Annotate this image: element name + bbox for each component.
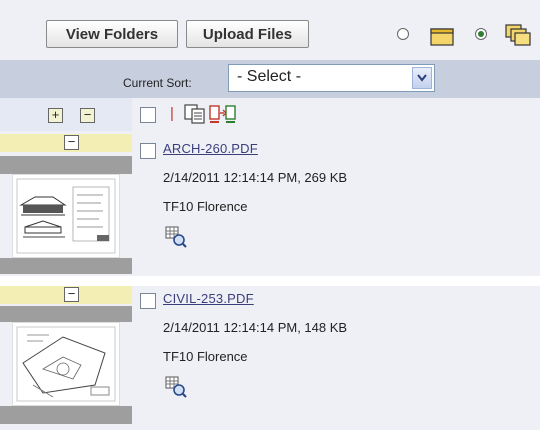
separator: |: [170, 105, 174, 122]
expand-collapse-panel: [0, 98, 132, 131]
file-checkbox[interactable]: [140, 143, 156, 159]
thumbnail-strip-top: [0, 156, 132, 174]
sort-select-value: - Select -: [237, 68, 302, 85]
collapse-all-button[interactable]: −: [80, 108, 95, 123]
thumbnail-strip-bottom: [0, 258, 132, 274]
drawing-thumbnail-image: [16, 178, 116, 254]
sort-select[interactable]: - Select -: [228, 64, 435, 92]
thumbnail-view-icon: [505, 24, 531, 46]
expand-all-button[interactable]: +: [48, 108, 63, 123]
move-icon[interactable]: [209, 104, 237, 124]
file-name-link[interactable]: CIVIL-253.PDF: [163, 291, 254, 306]
current-sort-label: Current Sort:: [123, 76, 192, 90]
drawing-thumbnail-image: [16, 326, 116, 402]
item-divider: [0, 276, 540, 286]
file-thumbnail[interactable]: [12, 174, 120, 258]
view-folders-button[interactable]: View Folders: [46, 20, 178, 48]
collapse-item-button[interactable]: −: [64, 287, 79, 302]
upload-files-button[interactable]: Upload Files: [186, 20, 309, 48]
file-location: TF10 Florence: [163, 349, 248, 364]
file-checkbox[interactable]: [140, 293, 156, 309]
file-location: TF10 Florence: [163, 199, 248, 214]
collapse-item-button[interactable]: −: [64, 135, 79, 150]
preview-icon[interactable]: [165, 226, 187, 248]
thumbnail-strip-bottom: [0, 406, 132, 424]
file-name-link[interactable]: ARCH-260.PDF: [163, 141, 258, 156]
copy-icon[interactable]: [184, 104, 206, 124]
file-thumbnail[interactable]: [12, 322, 120, 406]
chevron-down-icon[interactable]: [412, 67, 432, 89]
file-browser: View Folders Upload Files Current Sort: …: [0, 0, 540, 430]
select-all-checkbox[interactable]: [140, 107, 156, 123]
preview-icon[interactable]: [165, 376, 187, 398]
file-date-size: 2/14/2011 12:14:14 PM, 148 KB: [163, 320, 348, 335]
list-view-radio[interactable]: [397, 28, 409, 40]
thumbnail-view-radio[interactable]: [475, 28, 487, 40]
thumbnail-strip-top: [0, 306, 132, 322]
file-date-size: 2/14/2011 12:14:14 PM, 269 KB: [163, 170, 348, 185]
list-view-icon: [430, 28, 454, 46]
